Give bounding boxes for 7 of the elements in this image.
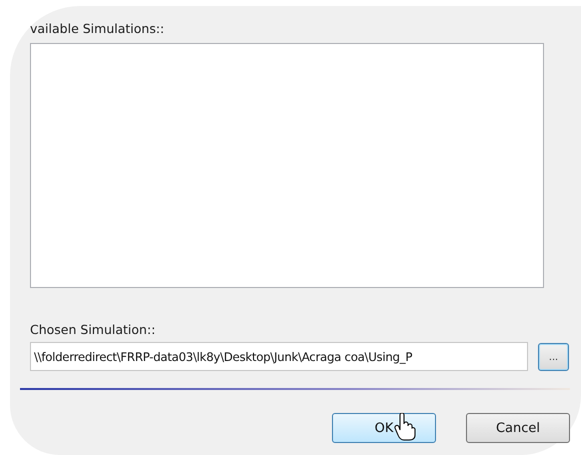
available-simulations-label: vailable Simulations::	[30, 20, 166, 38]
cancel-button[interactable]: Cancel	[466, 413, 570, 443]
path-field[interactable]: \\folderredirect\FRRP-data03\lk8y\Desktop\Junk\Acraga coa\Using_P	[30, 342, 528, 371]
simulations-list[interactable]	[30, 43, 544, 288]
browse-button[interactable]: ...	[538, 342, 569, 370]
hand-cursor-icon	[394, 413, 416, 441]
chosen-simulation-label: Chosen Simulation::	[30, 321, 156, 339]
